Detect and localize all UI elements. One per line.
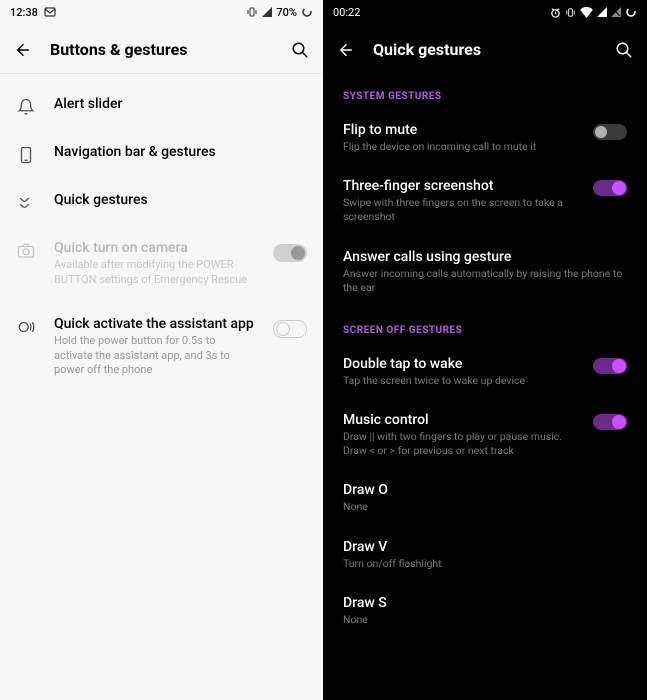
loading-icon [301,6,313,18]
item-flip-to-mute[interactable]: Flip to mute Flip the device on incoming… [323,110,647,166]
status-time: 00:22 [333,6,360,19]
item-sub: None [343,613,627,627]
item-label: Navigation bar & gestures [54,144,307,160]
battery-percent: 70% [276,6,297,19]
toggle-switch[interactable] [593,180,627,196]
item-double-tap-wake[interactable]: Double tap to wake Tap the screen twice … [323,344,647,400]
item-draw-o[interactable]: Draw O None [323,470,647,526]
item-three-finger-screenshot[interactable]: Three-finger screenshot Swipe with three… [323,166,647,236]
item-sub: Draw || with two fingers to play or paus… [343,430,585,458]
item-sub: Answer incoming calls automatically by r… [343,267,627,295]
item-sub: Swipe with three fingers on the screen t… [343,196,585,224]
item-label: Draw S [343,595,627,611]
item-label: Draw O [343,482,627,498]
item-label: Three-finger screenshot [343,178,585,194]
item-label: Draw V [343,539,627,555]
vibrate-icon [565,7,576,18]
settings-panel-light: 12:38 70% Buttons & gestures Alert slide… [0,0,323,700]
item-draw-s[interactable]: Draw S None [323,583,647,639]
toggle-switch[interactable] [593,358,627,374]
item-answer-calls-gesture[interactable]: Answer calls using gesture Answer incomi… [323,237,647,307]
status-bar: 12:38 70% [0,0,323,24]
item-label: Music control [343,412,585,428]
wifi-icon [580,7,593,18]
settings-panel-dark: 00:22 Quick gestures SYSTEM GESTURES Fli… [323,0,647,700]
page-title: Buttons & gestures [50,40,273,59]
item-alert-slider[interactable]: Alert slider [0,82,323,130]
item-quick-camera: Quick turn on camera Available after mod… [0,226,323,302]
item-draw-v[interactable]: Draw V Turn on/off flashlight [323,527,647,583]
gesture-icon [16,192,36,212]
item-label: Quick gestures [54,192,307,208]
item-sub: Available after modifying the POWER BUTT… [54,258,255,288]
signal-icon [597,7,607,17]
toggle-switch[interactable] [593,414,627,430]
toggle-switch [273,244,307,262]
alarm-icon [550,7,561,18]
slider-icon [16,96,36,116]
item-sub: Flip the device on incoming call to mute… [343,140,585,154]
status-bar: 00:22 [323,0,647,24]
section-screen-off-gestures: SCREEN OFF GESTURES [323,307,647,344]
item-label: Answer calls using gesture [343,249,627,265]
back-icon[interactable] [337,41,355,59]
app-bar: Quick gestures [323,24,647,73]
settings-list: Alert slider Navigation bar & gestures Q… [0,74,323,400]
camera-icon [16,240,36,260]
vibrate-icon [246,6,258,18]
toggle-switch[interactable] [593,124,627,140]
loading-icon [625,6,637,18]
item-sub: Turn on/off flashlight [343,557,627,571]
voicemail-icon [44,7,56,17]
item-assistant-app[interactable]: Quick activate the assistant app Hold th… [0,302,323,393]
assistant-icon [16,316,36,336]
search-icon[interactable] [291,41,309,59]
back-icon[interactable] [14,41,32,59]
page-title: Quick gestures [373,40,597,59]
search-icon[interactable] [615,41,633,59]
item-label: Quick turn on camera [54,240,255,256]
item-label: Flip to mute [343,122,585,138]
signal-icon [262,7,272,17]
item-sub: Tap the screen twice to wake up device [343,374,585,388]
item-quick-gestures[interactable]: Quick gestures [0,178,323,226]
section-system-gestures: SYSTEM GESTURES [323,73,647,110]
item-label: Double tap to wake [343,356,585,372]
item-label: Alert slider [54,96,307,112]
no-sim-icon [611,7,621,17]
item-sub: Hold the power button for 0.5s to activa… [54,334,255,379]
app-bar: Buttons & gestures [0,24,323,74]
status-time: 12:38 [10,6,38,19]
toggle-switch[interactable] [273,320,307,338]
item-navigation-bar[interactable]: Navigation bar & gestures [0,130,323,178]
item-music-control[interactable]: Music control Draw || with two fingers t… [323,400,647,470]
phone-icon [16,144,36,164]
item-sub: None [343,500,627,514]
item-label: Quick activate the assistant app [54,316,255,332]
